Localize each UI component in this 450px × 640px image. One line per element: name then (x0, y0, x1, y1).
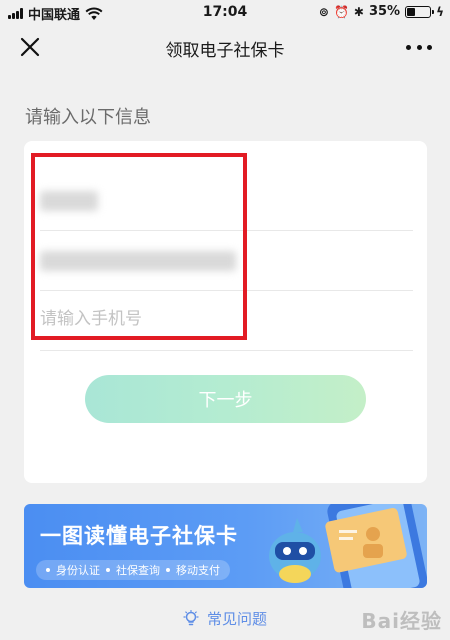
id-number-field[interactable] (40, 231, 413, 291)
charging-icon: ϟ (436, 4, 444, 19)
phone-card-illustration (269, 504, 427, 588)
banner-title: 一图读懂电子社保卡 (40, 524, 238, 548)
page-title: 领取电子社保卡 (165, 41, 285, 61)
redacted-id-number (40, 251, 236, 271)
form-card: 下一步 (24, 141, 427, 483)
bluetooth-icon: ✱ (353, 4, 364, 19)
e-social-card-banner[interactable]: 一图读懂电子社保卡 身份认证 社保查询 移动支付 (24, 504, 427, 588)
battery-icon (405, 5, 435, 18)
alarm-icon: ⏰ (333, 4, 349, 19)
banner-tag: 身份认证 (56, 564, 100, 577)
next-step-button[interactable]: 下一步 (85, 375, 366, 423)
banner-tags: 身份认证 社保查询 移动支付 (36, 560, 230, 580)
name-field[interactable] (40, 171, 413, 231)
status-right: ⊚ ⏰ ✱ 35% ϟ (319, 4, 444, 19)
status-bar: 中国联通 17:04 ⊚ ⏰ ✱ 35% ϟ (0, 0, 450, 24)
battery-percent: 35% (368, 4, 401, 19)
phone-input[interactable] (40, 309, 413, 329)
section-label: 请输入以下信息 (25, 107, 151, 128)
lightbulb-icon (183, 609, 199, 625)
nav-bar: 领取电子社保卡 (0, 24, 450, 70)
banner-tag: 社保查询 (116, 564, 160, 577)
redacted-name (40, 191, 98, 211)
battery-level (407, 7, 415, 16)
baidu-jingyan-watermark: Bai经验 (361, 609, 442, 633)
more-options-icon[interactable] (406, 36, 432, 58)
banner-tag: 移动支付 (176, 564, 220, 577)
phone-field[interactable] (40, 291, 413, 351)
rotation-lock-icon: ⊚ (318, 4, 329, 19)
faq-label: 常见问题 (206, 610, 267, 628)
